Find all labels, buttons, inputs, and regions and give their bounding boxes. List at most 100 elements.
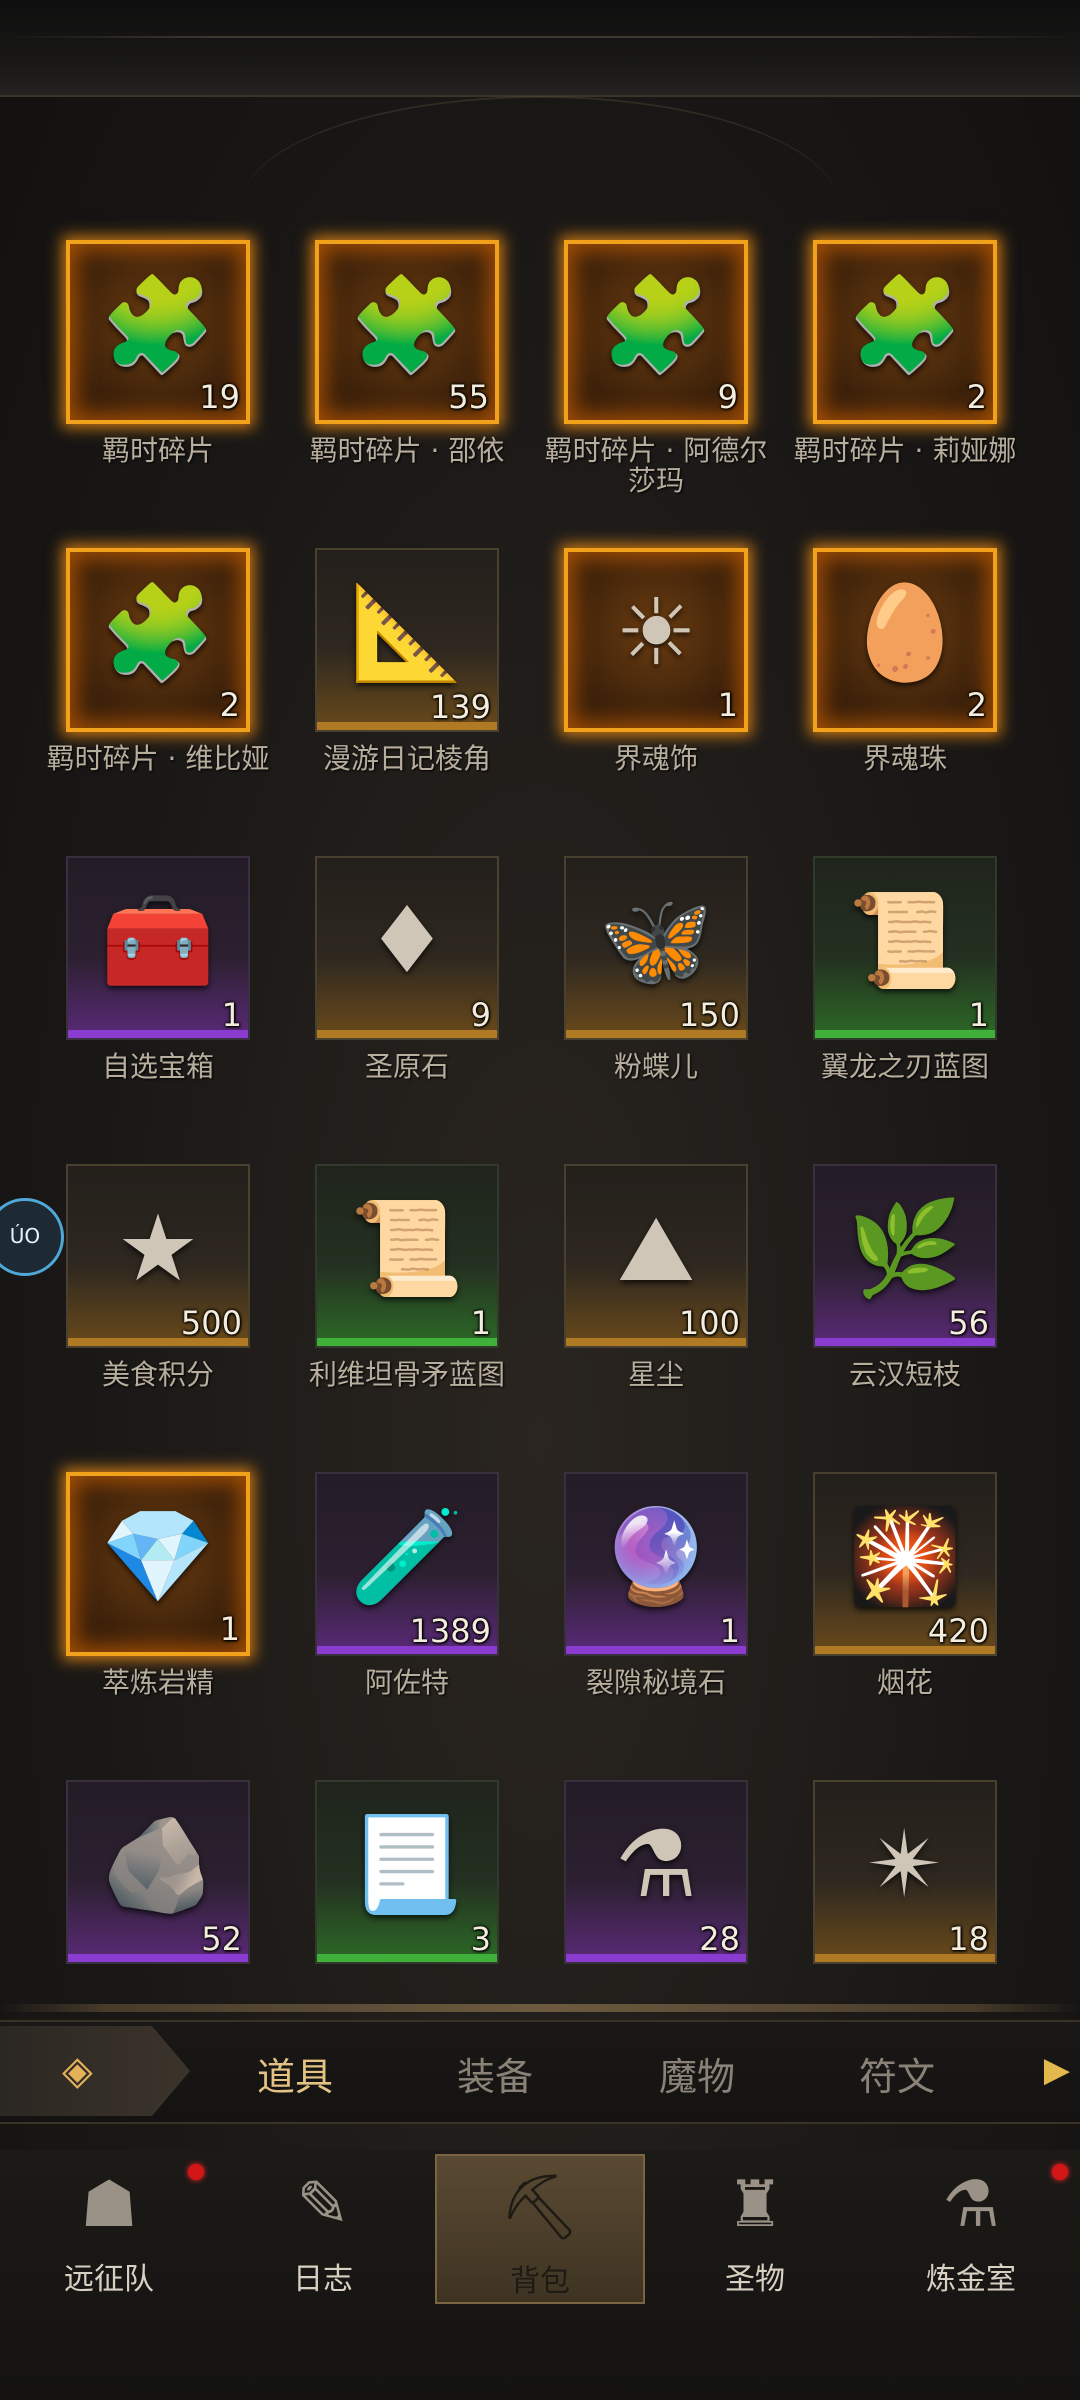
orb-icon: 🥚: [847, 578, 963, 686]
helmet-icon: ☗: [80, 2168, 138, 2242]
rune-stone-icon: 🪨: [100, 1810, 216, 1918]
scroll-icon: 📜: [349, 1194, 465, 1302]
item-slot[interactable]: 🥚 2: [813, 548, 997, 732]
item-name: 界魂珠: [862, 742, 947, 775]
item-count: 2: [966, 378, 987, 416]
puzzle-icon: 🧩: [598, 270, 714, 378]
item-name: 云汉短枝: [848, 1358, 961, 1391]
butterfly-icon: 🦋: [598, 886, 714, 994]
item-slot[interactable]: 🧩 2: [66, 548, 250, 732]
item-slot[interactable]: ⛰ 100: [564, 1164, 748, 1348]
item-name: 星尘: [627, 1358, 684, 1391]
nav-journal[interactable]: ✎ 日志: [218, 2154, 428, 2304]
item-slot[interactable]: ☀ 1: [564, 548, 748, 732]
nav-label: 圣物: [725, 2262, 785, 2297]
dust-pile-icon: ⛰: [617, 1194, 695, 1302]
item-slot[interactable]: 🧪 1389: [315, 1472, 499, 1656]
item-count: 1: [719, 1612, 740, 1650]
nav-relics[interactable]: ♜ 圣物: [650, 2154, 860, 2304]
amethyst-icon: 🔮: [598, 1502, 714, 1610]
item-name: 阿佐特: [364, 1666, 449, 1699]
chest-icon: 🧰: [100, 886, 216, 994]
item-slot[interactable]: 📜 1: [315, 1164, 499, 1348]
tab-monsters[interactable]: 魔物: [622, 2046, 772, 2101]
item-count: 500: [180, 1304, 242, 1342]
branch-icon: 🌿: [847, 1194, 963, 1302]
chevron-right-icon[interactable]: ▶: [1044, 2050, 1070, 2090]
floating-assistant-bubble[interactable]: ÚO: [0, 1198, 64, 1276]
nav-label: 炼金室: [926, 2262, 1016, 2297]
tab-equipment[interactable]: 装备: [420, 2046, 570, 2101]
firework-icon: 🎇: [847, 1502, 963, 1610]
item-count: 2: [219, 686, 240, 724]
item-slot[interactable]: 🧰 1: [66, 856, 250, 1040]
potion-icon: ⚗: [614, 1810, 698, 1918]
item-slot[interactable]: 🧩 19: [66, 240, 250, 424]
item-slot[interactable]: 🦋 150: [564, 856, 748, 1040]
item-slot[interactable]: 💎 1: [66, 1472, 250, 1656]
item-slot[interactable]: 🧩 55: [315, 240, 499, 424]
item-count: 9: [470, 996, 491, 1034]
journal-icon: ✎: [296, 2168, 350, 2242]
item-count: 2: [966, 686, 987, 724]
grid-divider: [0, 2004, 1080, 2012]
item-slot[interactable]: ★ 500: [66, 1164, 250, 1348]
item-slot[interactable]: 🎇 420: [813, 1472, 997, 1656]
item-name: 界魂饰: [613, 742, 698, 775]
top-frame: [0, 0, 1080, 97]
item-slot[interactable]: 🪨 52: [66, 1780, 250, 1964]
item-slot[interactable]: 🔮 1: [564, 1472, 748, 1656]
item-name: 翼龙之刃蓝图: [820, 1050, 989, 1083]
tab-runes[interactable]: 符文: [822, 2046, 972, 2101]
notification-dot: [188, 2164, 204, 2180]
item-slot[interactable]: 🧩 2: [813, 240, 997, 424]
item-name: 美食积分: [101, 1358, 214, 1391]
header-ornament: [240, 96, 840, 208]
item-name: 漫游日记棱角: [322, 742, 491, 775]
puzzle-icon: 🧩: [100, 270, 216, 378]
scroll-icon: 📜: [847, 886, 963, 994]
tab-items[interactable]: 道具: [220, 2046, 370, 2101]
glowing-stone-icon: ✴: [866, 1810, 944, 1918]
item-count: 139: [429, 688, 491, 726]
notification-dot: [1052, 2164, 1068, 2180]
item-slot[interactable]: 📐 139: [315, 548, 499, 732]
item-slot[interactable]: ♦ 9: [315, 856, 499, 1040]
star-icon: ★: [116, 1194, 200, 1302]
category-tab-bar: ◈ 道具 装备 魔物 符文 ▶: [0, 2020, 1080, 2124]
puzzle-icon: 🧩: [349, 270, 465, 378]
bottom-navigation: ☗ 远征队 ✎ 日志 ⛏ 背包 ♜ 圣物 ⚗ 炼金室: [0, 2150, 1080, 2400]
item-slot[interactable]: 🌿 56: [813, 1164, 997, 1348]
item-count: 55: [448, 378, 489, 416]
item-slot[interactable]: ✴ 18: [813, 1780, 997, 1964]
sun-mask-icon: ☀: [614, 578, 698, 686]
crystal-icon: 💎: [100, 1502, 216, 1610]
item-slot[interactable]: 📜 1: [813, 856, 997, 1040]
item-name: 羁时碎片 · 阿德尔莎玛: [544, 434, 768, 497]
back-tab-button[interactable]: ◈: [0, 2026, 190, 2116]
item-name: 裂隙秘境石: [585, 1666, 726, 1699]
item-name: 自选宝箱: [101, 1050, 214, 1083]
item-count: 56: [948, 1304, 989, 1342]
puzzle-icon: 🧩: [100, 578, 216, 686]
item-count: 1389: [409, 1612, 491, 1650]
nav-label: 远征队: [64, 2262, 154, 2297]
diamond-arrow-icon: ◈: [62, 2048, 93, 2094]
item-name: 羁时碎片 · 莉娅娜: [793, 434, 1017, 467]
item-slot[interactable]: 📃 3: [315, 1780, 499, 1964]
item-count: 420: [927, 1612, 989, 1650]
item-name: 羁时碎片 · 维比娅: [46, 742, 270, 775]
item-count: 9: [717, 378, 738, 416]
nav-expedition[interactable]: ☗ 远征队: [4, 2154, 214, 2304]
item-count: 1: [717, 686, 738, 724]
puzzle-icon: 🧩: [847, 270, 963, 378]
item-slot[interactable]: 🧩 9: [564, 240, 748, 424]
item-count: 52: [201, 1920, 242, 1958]
nav-backpack[interactable]: ⛏ 背包: [435, 2154, 645, 2304]
item-count: 1: [968, 996, 989, 1034]
nav-alchemy[interactable]: ⚗ 炼金室: [866, 2154, 1076, 2304]
item-slot[interactable]: ⚗ 28: [564, 1780, 748, 1964]
item-count: 19: [199, 378, 240, 416]
item-name: 羁时碎片 · 邵依: [309, 434, 505, 467]
item-name: 烟花: [876, 1666, 933, 1699]
